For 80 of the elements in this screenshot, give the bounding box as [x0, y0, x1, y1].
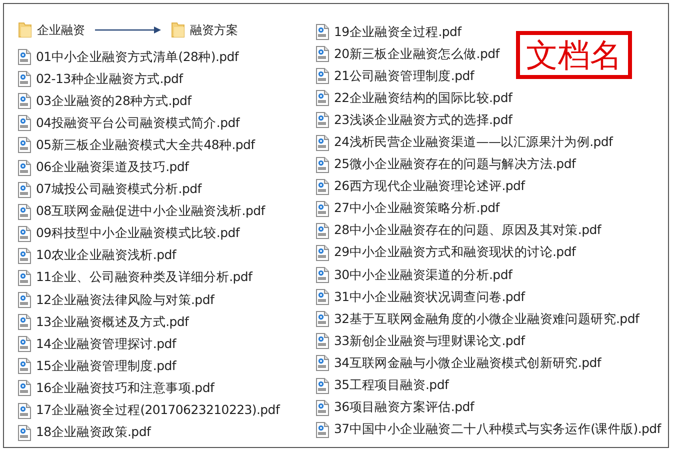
- arrow: [95, 26, 161, 34]
- pdf-file-icon: [18, 115, 31, 132]
- pdf-file-icon: [316, 112, 329, 128]
- file-name: 13企业融资概述及方式.pdf: [36, 314, 189, 331]
- pdf-file-icon: [316, 422, 329, 438]
- pdf-file-icon: [316, 355, 329, 372]
- pdf-file-icon: [316, 178, 329, 195]
- pdf-file-icon: [316, 90, 329, 106]
- pdf-file-icon: [316, 46, 329, 62]
- pdf-file-icon: [18, 160, 31, 176]
- file-name: 20新三板企业融资怎么做.pdf: [334, 46, 500, 63]
- pdf-file-icon: [18, 424, 31, 441]
- annotation-label: 文档名: [516, 31, 632, 79]
- pdf-file-icon: [18, 270, 31, 286]
- file-name: 23浅谈企业融资方式的选择.pdf: [334, 112, 512, 129]
- pdf-file-icon: [18, 226, 31, 242]
- file-name: 07城投公司融资模式分析.pdf: [36, 181, 202, 198]
- file-name: 04投融资平台公司融资模式简介.pdf: [36, 114, 240, 132]
- file-name: 25微小企业融资存在的问题与解决方法.pdf: [334, 156, 576, 174]
- file-name: 21公司融资管理制度.pdf: [334, 68, 474, 85]
- pdf-file-icon: [316, 378, 329, 394]
- pdf-file-icon: [316, 200, 329, 217]
- pdf-file-icon: [316, 333, 329, 350]
- file-name: 27中小企业融资策略分析.pdf: [334, 200, 500, 218]
- file-name: 03企业融资的28种方式.pdf: [36, 92, 192, 110]
- pdf-file-icon: [316, 68, 329, 84]
- file-name: 06企业融资渠道及技巧.pdf: [36, 159, 189, 176]
- pdf-file-icon: [316, 267, 329, 284]
- file-name: 05新三板企业融资模式大全共48种.pdf: [36, 136, 255, 154]
- pdf-file-icon: [18, 402, 31, 419]
- folder-name: 企业融资: [37, 22, 85, 38]
- pdf-file-icon: [316, 134, 329, 151]
- file-name: 30中小企业融资渠道的分析.pdf: [334, 266, 512, 284]
- folder-icon: [171, 22, 185, 38]
- pdf-file-icon: [18, 93, 31, 110]
- file-name: 12企业融资法律风险与对策.pdf: [36, 292, 214, 309]
- pdf-file-icon: [18, 314, 31, 330]
- file-name: 14企业融资管理探讨.pdf: [36, 336, 176, 353]
- pdf-file-icon: [316, 156, 329, 173]
- folder-icon: [18, 22, 32, 38]
- pdf-file-icon: [316, 222, 329, 239]
- file-name: 17企业融资全过程(20170623210223).pdf: [36, 402, 280, 420]
- file-name: 10农业企业融资浅析.pdf: [36, 247, 176, 264]
- file-name: 37中国中小企业融资二十八种模式与实务运作(课件版).pdf: [334, 421, 661, 438]
- folder-name: 融资方案: [190, 22, 238, 38]
- pdf-file-icon: [18, 137, 31, 154]
- pdf-file-icon: [18, 49, 31, 66]
- file-name: 36项目融资方案评估.pdf: [334, 399, 474, 416]
- file-name: 08互联网金融促进中小企业融资浅析.pdf: [36, 203, 265, 220]
- pdf-file-icon: [316, 244, 329, 261]
- file-name: 34互联网金融与小微企业融资模式创新研究.pdf: [334, 354, 601, 372]
- file-name: 22企业融资结构的国际比较.pdf: [334, 90, 512, 107]
- file-name: 24浅析民营企业融资渠道——以汇源果汁为例.pdf: [334, 134, 613, 152]
- file-name: 35工程项目融资.pdf: [334, 377, 449, 394]
- file-name: 18企业融资政策.pdf: [36, 424, 151, 442]
- file-name: 01中小企业融资方式清单(28种).pdf: [36, 48, 239, 66]
- pdf-file-icon: [18, 380, 31, 396]
- file-name: 02-13种企业融资方式.pdf: [36, 70, 183, 88]
- file-name: 33新创企业融资与理财课论文.pdf: [334, 332, 525, 350]
- file-name: 19企业融资全过程.pdf: [334, 24, 462, 41]
- pdf-file-icon: [18, 204, 31, 220]
- pdf-file-icon: [18, 336, 31, 352]
- pdf-file-icon: [18, 248, 31, 264]
- file-name: 31中小企业融资状况调查问卷.pdf: [334, 288, 525, 306]
- file-name: 09科技型中小企业融资模式比较.pdf: [36, 225, 240, 242]
- pdf-file-icon: [18, 292, 31, 308]
- pdf-file-icon: [316, 311, 329, 328]
- file-name: 11企业、公司融资种类及详细分析.pdf: [36, 269, 252, 286]
- pdf-file-icon: [316, 24, 329, 40]
- pdf-file-icon: [316, 289, 329, 306]
- pdf-file-icon: [18, 182, 31, 198]
- file-name: 32基于互联网金融角度的小微企业融资难问题研究.pdf: [334, 310, 640, 328]
- file-name: 28中小企业融资存在的问题、原因及其对策.pdf: [334, 222, 601, 240]
- file-name: 16企业融资技巧和注意事项.pdf: [36, 380, 214, 397]
- file-name: 29中小企业融资方式和融资现状的讨论.pdf: [334, 244, 576, 262]
- file-name: 26西方现代企业融资理论述评.pdf: [334, 178, 525, 196]
- pdf-file-icon: [18, 71, 31, 88]
- pdf-file-icon: [18, 358, 31, 374]
- pdf-file-icon: [316, 400, 329, 416]
- file-name: 15企业融资管理制度.pdf: [36, 358, 176, 375]
